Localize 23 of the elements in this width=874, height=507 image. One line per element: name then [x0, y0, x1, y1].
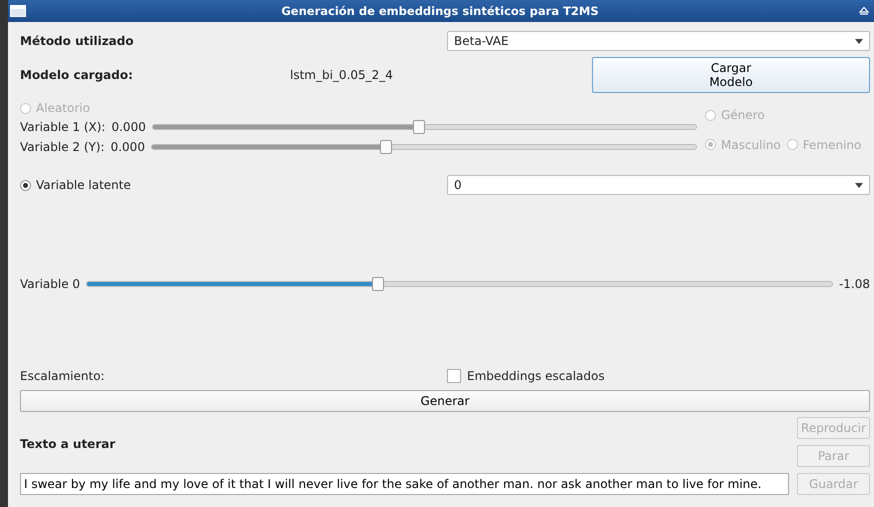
method-label: Método utilizado — [20, 34, 135, 48]
scaled-checkbox[interactable]: Embeddings escalados — [447, 369, 605, 383]
model-name: lstm_bi_0.05_2_4 — [290, 68, 394, 82]
slider-reading: -1.08 — [838, 277, 870, 291]
model-label: Modelo cargado: — [20, 68, 134, 82]
window-icon — [10, 5, 26, 17]
latent-variable-radio[interactable]: Variable latente — [20, 178, 447, 192]
method-dropdown[interactable]: Beta-VAE — [447, 31, 870, 51]
slider-label: Variable 0 — [20, 277, 80, 291]
slider-reading: 0.000 — [111, 120, 146, 134]
generate-button[interactable]: Generar — [20, 390, 870, 412]
utterance-label: Texto a uterar — [20, 437, 116, 451]
caret-icon — [855, 38, 863, 44]
slider-reading: 0.000 — [110, 140, 145, 154]
caret-icon — [855, 182, 863, 188]
scaling-label: Escalamiento: — [20, 369, 106, 383]
load-model-button[interactable]: Cargar Modelo — [592, 57, 870, 93]
slider-label: Variable 2 (Y): — [20, 140, 105, 154]
latent-dropdown[interactable]: 0 — [447, 175, 870, 195]
slider-label: Variable 1 (X): — [20, 120, 106, 134]
utterance-input[interactable]: I swear by my life and my love of it that I will never live for the sake of another man. nor ask another man to live for mine. — [20, 473, 789, 495]
window-title: Generación de embeddings sintéticos para T2MS — [280, 4, 600, 18]
shade-icon[interactable] — [858, 5, 870, 17]
